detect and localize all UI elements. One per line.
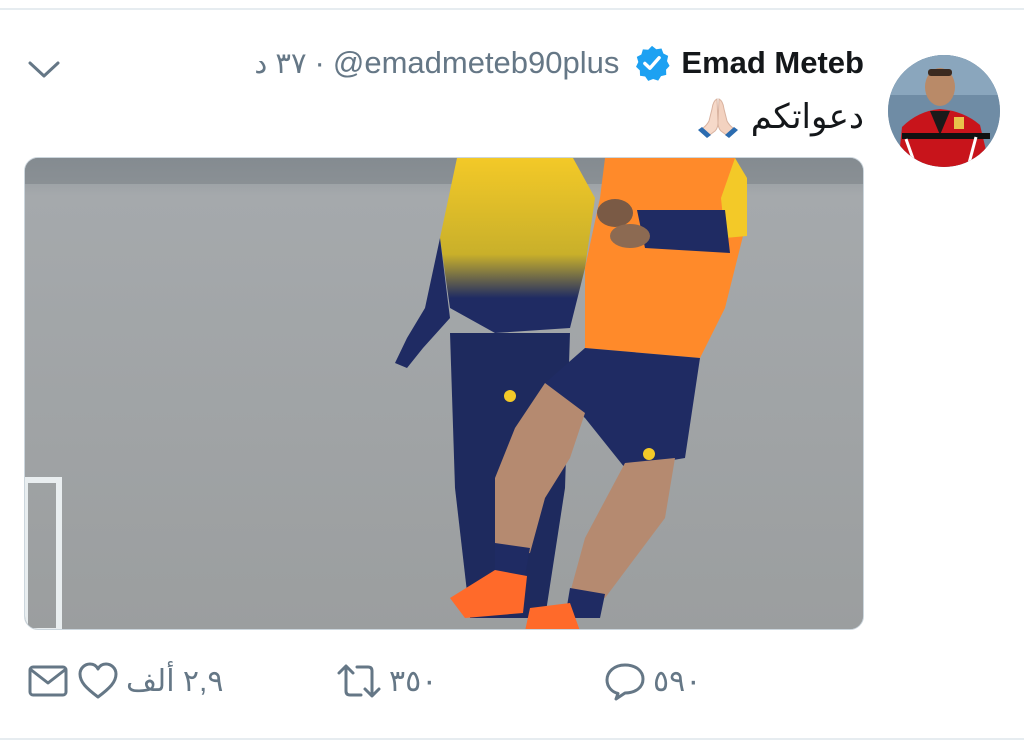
display-name[interactable]: Emad Meteb — [681, 45, 864, 81]
tweet-text-body: دعواتكم — [750, 98, 864, 136]
reply-count: ٥٩٠ — [653, 664, 702, 698]
tweet-header: ٣٧ د · @emadmeteb90plus Emad Meteb — [254, 40, 864, 86]
chevron-down-icon[interactable] — [24, 54, 64, 84]
praying-hands-icon — [697, 98, 738, 138]
tweet-media-photo[interactable] — [24, 157, 864, 630]
user-handle[interactable]: @emadmeteb90plus — [333, 45, 620, 81]
like-count: ٢,٩ ألف — [126, 664, 224, 698]
direct-message-icon — [28, 665, 68, 697]
bottom-divider — [0, 738, 1024, 740]
tweet-card[interactable]: ٣٧ د · @emadmeteb90plus Emad Meteb دعوات… — [0, 10, 1024, 738]
retweet-count: ٣٥٠ — [389, 664, 438, 698]
verified-badge-icon — [636, 45, 670, 81]
tweet-timestamp[interactable]: ٣٧ د — [254, 46, 306, 81]
like-icon — [78, 662, 118, 699]
retweet-icon — [337, 664, 381, 698]
avatar[interactable] — [888, 55, 1000, 167]
direct-message-button[interactable] — [26, 660, 70, 702]
tweet-actions: ٥٩٠ ٣٥٠ ٢,٩ ألف — [0, 650, 1024, 710]
reply-button[interactable]: ٥٩٠ — [603, 660, 701, 702]
like-button[interactable]: ٢,٩ ألف — [76, 660, 223, 702]
tweet-text: دعواتكم — [695, 92, 864, 142]
reply-icon — [605, 663, 645, 701]
separator-dot: · — [314, 45, 325, 80]
retweet-button[interactable]: ٣٥٠ — [335, 660, 437, 702]
